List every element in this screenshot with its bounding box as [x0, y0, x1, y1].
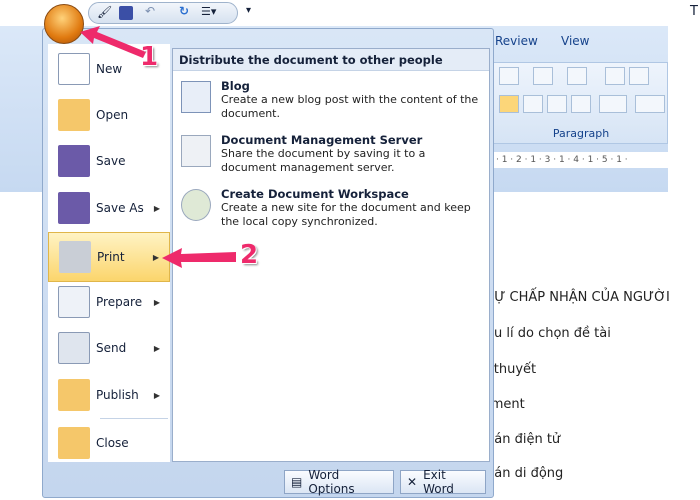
arrow-2 [162, 248, 236, 268]
step-1-label: 1 [140, 42, 159, 72]
arrow-1 [80, 26, 146, 58]
annotation-arrows [80, 26, 236, 268]
step-2-label: 2 [240, 240, 259, 270]
